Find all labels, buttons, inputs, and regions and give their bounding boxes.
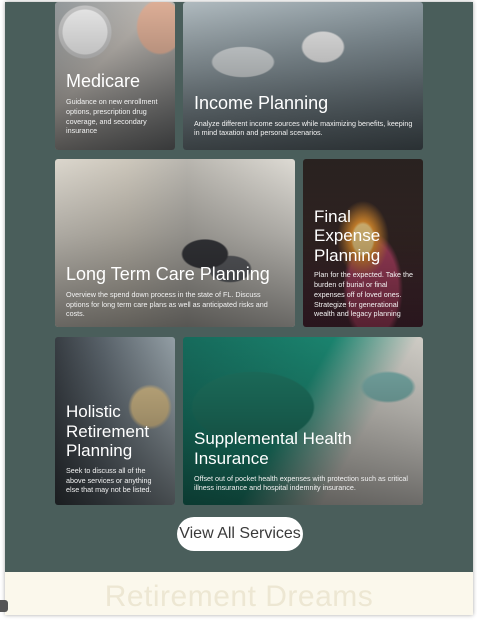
services-section: Medicare Guidance on new enrollment opti… (5, 2, 473, 572)
service-title: Medicare (66, 71, 141, 92)
scroll-handle[interactable] (0, 600, 8, 612)
retirement-dreams-section: Retirement Dreams (5, 572, 473, 615)
service-card-content: Income Planning Analyze different income… (194, 93, 413, 138)
service-card-content: Long Term Care Planning Overview the spe… (66, 264, 285, 319)
section-heading: Retirement Dreams (104, 580, 374, 613)
service-card-long-term-care[interactable]: Long Term Care Planning Overview the spe… (55, 159, 295, 327)
service-card-income-planning[interactable]: Income Planning Analyze different income… (183, 2, 423, 150)
service-card-holistic[interactable]: Holistic Retirement Planning Seek to dis… (55, 337, 175, 505)
service-description: Offset out of pocket health expenses wit… (194, 473, 409, 493)
service-card-content: Final Expense Planning Plan for the expe… (314, 207, 413, 319)
service-description: Plan for the expected. Take the burden o… (314, 270, 413, 319)
service-card-content: Holistic Retirement Planning Seek to dis… (66, 402, 165, 495)
service-title: Final Expense Planning (314, 206, 381, 265)
service-description: Seek to discuss all of the above service… (66, 465, 152, 495)
service-title: Income Planning (194, 92, 329, 113)
service-title: Holistic Retirement Planning (66, 402, 150, 461)
service-card-medicare[interactable]: Medicare Guidance on new enrollment opti… (55, 2, 175, 150)
service-card-content: Supplemental Health Insurance Offset out… (194, 429, 413, 493)
service-title: Supplemental Health Insurance (194, 429, 352, 469)
service-description: Analyze different income sources while m… (194, 118, 413, 138)
view-all-services-button[interactable]: View All Services (177, 517, 303, 551)
service-card-supplemental[interactable]: Supplemental Health Insurance Offset out… (183, 337, 423, 505)
page-frame: Medicare Guidance on new enrollment opti… (5, 2, 473, 615)
service-description: Overview the spend down process in the s… (66, 289, 268, 319)
service-card-content: Medicare Guidance on new enrollment opti… (66, 71, 165, 136)
service-description: Guidance on new enrollment options, pres… (66, 97, 158, 136)
service-title: Long Term Care Planning (66, 264, 270, 285)
service-card-final-expense[interactable]: Final Expense Planning Plan for the expe… (303, 159, 423, 327)
